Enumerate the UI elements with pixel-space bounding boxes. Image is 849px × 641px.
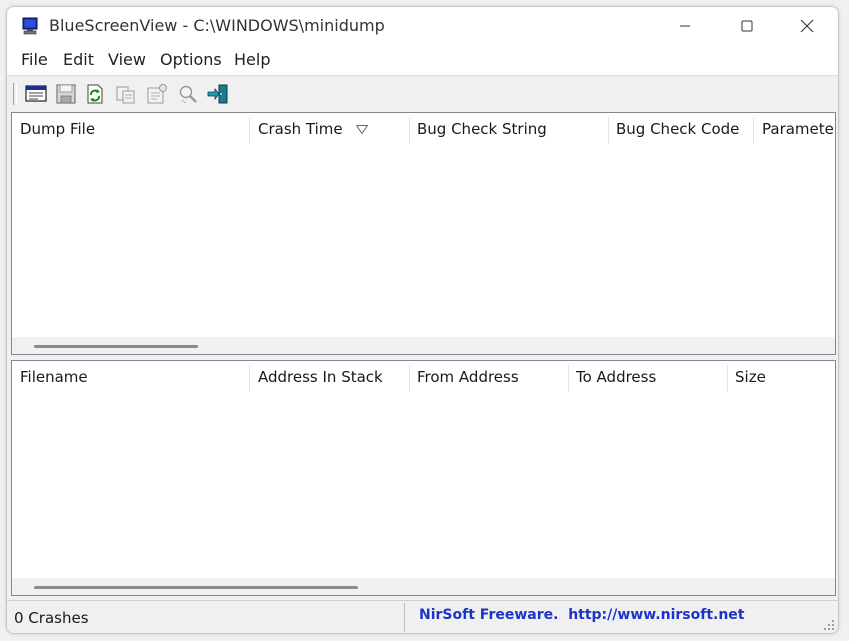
find-icon xyxy=(179,85,197,104)
column-from-address[interactable]: From Address xyxy=(409,361,568,394)
resize-grip-icon[interactable] xyxy=(823,619,835,631)
menu-options[interactable]: Options xyxy=(160,50,222,69)
crash-list-header: Dump File Crash Time Bug Check String Bu… xyxy=(12,113,835,146)
properties-button[interactable] xyxy=(145,82,169,106)
app-window: BlueScreenView - C:\WINDOWS\minidump Fil… xyxy=(6,6,839,634)
column-to-address[interactable]: To Address xyxy=(568,361,727,394)
monitor-icon xyxy=(22,17,38,35)
save-button[interactable] xyxy=(54,82,78,106)
copy-icon xyxy=(116,86,135,104)
minimize-icon xyxy=(680,25,690,27)
find-button[interactable] xyxy=(176,82,200,106)
html-report-icon xyxy=(25,85,47,102)
driver-list[interactable]: Filename Address In Stack From Address T… xyxy=(11,360,836,596)
driver-list-header: Filename Address In Stack From Address T… xyxy=(12,361,835,394)
html-report-button[interactable] xyxy=(24,82,48,106)
crash-list[interactable]: Dump File Crash Time Bug Check String Bu… xyxy=(11,112,836,355)
maximize-button[interactable] xyxy=(716,7,778,45)
save-icon xyxy=(56,84,76,104)
column-crash-time[interactable]: Crash Time xyxy=(250,113,409,146)
menu-view[interactable]: View xyxy=(108,50,146,69)
toolbar xyxy=(7,76,838,112)
window-title: BlueScreenView - C:\WINDOWS\minidump xyxy=(49,16,385,35)
exit-button[interactable] xyxy=(206,82,230,106)
menu-help[interactable]: Help xyxy=(234,50,270,69)
column-bug-check-code[interactable]: Bug Check Code xyxy=(608,113,754,146)
copy-button[interactable] xyxy=(114,82,138,106)
status-divider xyxy=(404,603,405,632)
column-bug-check-string[interactable]: Bug Check String xyxy=(409,113,608,146)
scrollbar-thumb[interactable] xyxy=(34,586,358,589)
toolbar-grip[interactable] xyxy=(13,83,17,105)
close-button[interactable] xyxy=(776,7,838,45)
menu-bar: File Edit View Options Help xyxy=(7,45,838,76)
menu-file[interactable]: File xyxy=(21,50,48,69)
column-parameter[interactable]: Parameter xyxy=(754,113,835,146)
column-dump-file[interactable]: Dump File xyxy=(12,113,250,146)
nirsoft-link[interactable]: NirSoft Freeware. http://www.nirsoft.net xyxy=(419,607,745,623)
crash-list-horizontal-scrollbar[interactable] xyxy=(12,337,835,354)
minimize-button[interactable] xyxy=(654,7,716,45)
exit-icon xyxy=(207,84,228,104)
crash-count: 0 Crashes xyxy=(14,609,89,627)
status-bar: 0 Crashes NirSoft Freeware. http://www.n… xyxy=(7,600,838,633)
column-filename[interactable]: Filename xyxy=(12,361,250,394)
driver-list-horizontal-scrollbar[interactable] xyxy=(12,578,835,595)
column-size[interactable]: Size xyxy=(727,361,835,394)
maximize-icon xyxy=(741,20,753,32)
sort-descending-icon xyxy=(356,125,368,134)
properties-icon xyxy=(147,84,167,104)
close-icon xyxy=(800,19,814,33)
title-bar[interactable]: BlueScreenView - C:\WINDOWS\minidump xyxy=(7,7,838,45)
column-address-in-stack[interactable]: Address In Stack xyxy=(250,361,409,394)
menu-edit[interactable]: Edit xyxy=(63,50,94,69)
refresh-icon xyxy=(87,84,103,104)
scrollbar-thumb[interactable] xyxy=(34,345,198,348)
refresh-button[interactable] xyxy=(83,82,107,106)
